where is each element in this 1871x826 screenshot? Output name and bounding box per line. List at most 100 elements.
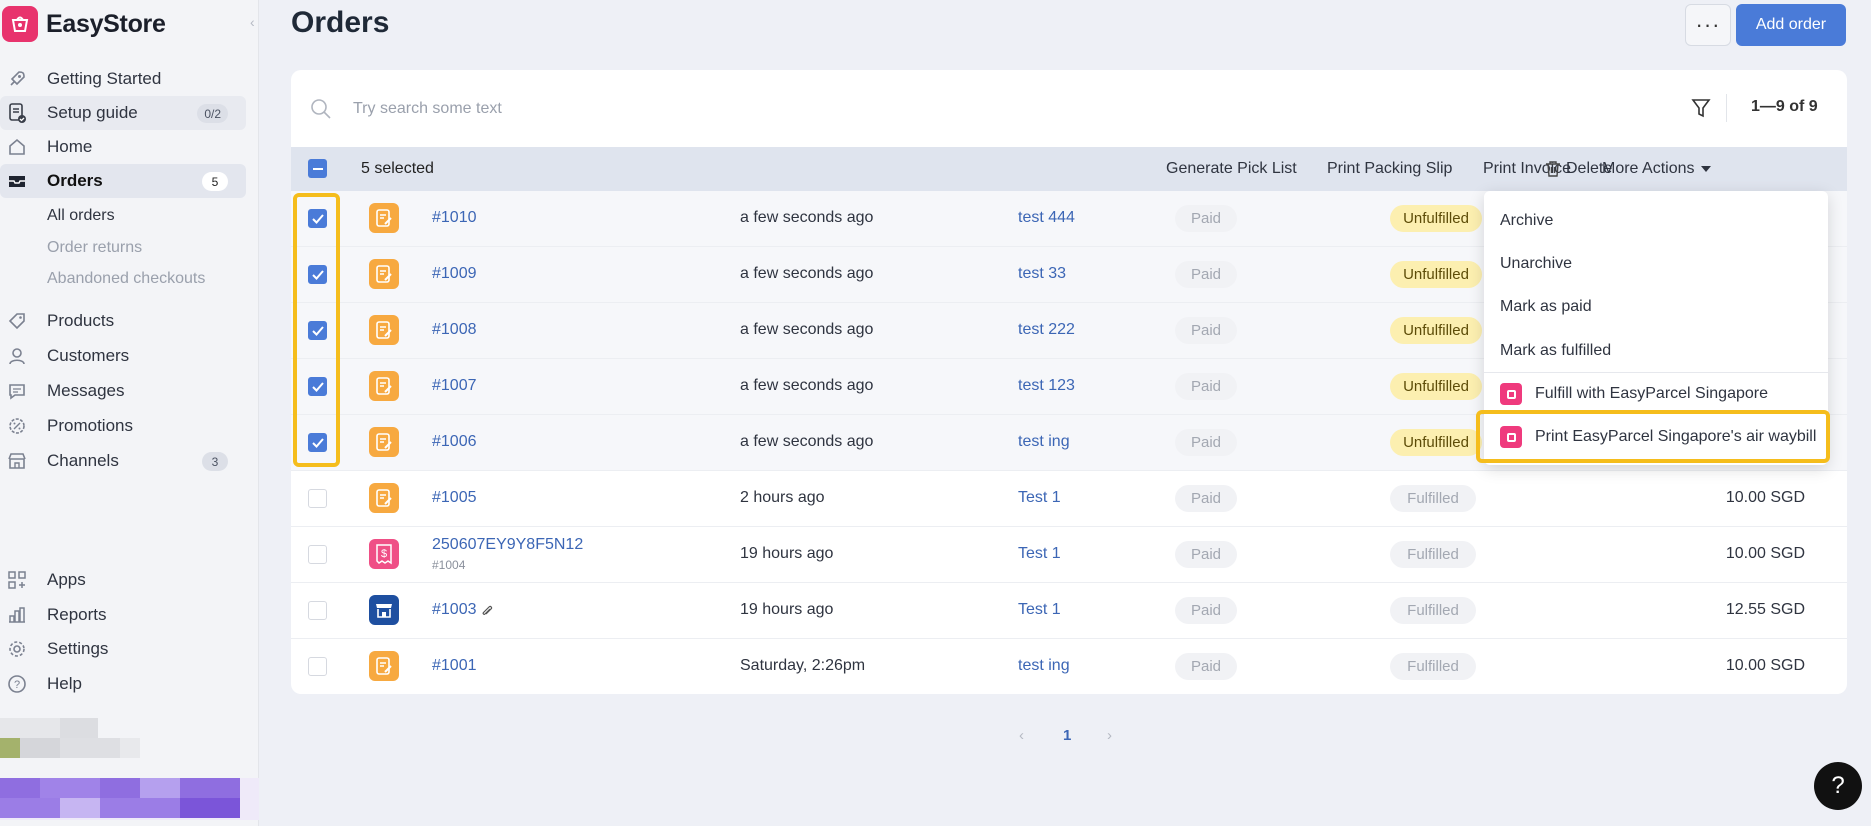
order-customer[interactable]: test 222 (1018, 321, 1075, 339)
nav-orders[interactable]: Orders 5 (0, 164, 246, 198)
order-number[interactable]: #1008 (432, 321, 477, 339)
receipt-dollar-icon: $ (369, 539, 399, 569)
menu-item-mark-fulfilled[interactable]: Mark as fulfilled (1500, 342, 1611, 360)
menu-divider (1484, 372, 1828, 373)
nav-getting-started[interactable]: Getting Started (0, 62, 246, 96)
order-customer[interactable]: Test 1 (1018, 545, 1061, 563)
user-icon (6, 345, 28, 367)
table-row[interactable]: #1003 19 hours ago Test 1 Paid Fulfilled… (291, 583, 1847, 639)
nav-channels[interactable]: Channels 3 (0, 444, 246, 478)
order-number[interactable]: #1009 (432, 265, 477, 283)
row-checkbox[interactable] (308, 545, 327, 564)
delete-button[interactable]: Delete (1566, 160, 1612, 178)
rocket-icon (6, 68, 28, 90)
sub-abandoned-checkouts[interactable]: Abandoned checkouts (47, 270, 205, 288)
menu-item-fulfill-easyparcel[interactable]: Fulfill with EasyParcel Singapore (1484, 374, 1828, 414)
nav-help[interactable]: ? Help (0, 667, 246, 701)
setup-badge: 0/2 (197, 104, 228, 123)
order-customer[interactable]: test 123 (1018, 377, 1075, 395)
nav-apps[interactable]: Apps (0, 563, 246, 597)
order-number[interactable]: #1005 (432, 489, 477, 507)
order-sub-number: #1004 (432, 558, 466, 572)
order-time: 2 hours ago (740, 489, 825, 506)
fulfillment-status-badge: Unfulfilled (1390, 429, 1482, 456)
divider (1726, 94, 1727, 122)
selected-count: 5 selected (361, 160, 434, 177)
table-row[interactable]: $ 250607EY9Y8F5N12 #1004 19 hours ago Te… (291, 527, 1847, 583)
nav-reports[interactable]: Reports (0, 598, 246, 632)
next-page-icon[interactable]: › (1107, 727, 1112, 744)
print-packing-slip-button[interactable]: Print Packing Slip (1327, 160, 1452, 178)
nav-label: Promotions (47, 416, 133, 435)
select-all-checkbox[interactable] (308, 159, 327, 178)
promotion-badge-icon (6, 415, 28, 437)
sidebar: EasyStore ‹ Getting Started Setup guide … (0, 0, 259, 826)
order-customer[interactable]: test ing (1018, 433, 1070, 451)
inbox-icon (6, 170, 28, 192)
table-row[interactable]: #1005 2 hours ago Test 1 Paid Fulfilled … (291, 471, 1847, 527)
row-checkbox[interactable] (308, 601, 327, 620)
nav-products[interactable]: Products (0, 304, 246, 338)
payment-status-badge: Paid (1175, 429, 1237, 456)
order-total: 10.00 SGD (1725, 657, 1805, 674)
payment-status-badge: Paid (1175, 317, 1237, 344)
brand[interactable]: EasyStore (0, 6, 166, 42)
more-options-button[interactable]: ··· (1685, 4, 1731, 46)
online-order-icon (369, 203, 399, 233)
order-number[interactable]: #1003 (432, 601, 477, 619)
menu-item-label: Fulfill with EasyParcel Singapore (1535, 385, 1768, 402)
order-customer[interactable]: test ing (1018, 657, 1070, 675)
collapse-sidebar-icon[interactable]: ‹ (250, 14, 255, 30)
nav-label: Orders (47, 171, 103, 190)
online-order-icon (369, 483, 399, 513)
menu-item-archive[interactable]: Archive (1500, 212, 1553, 230)
sub-all-orders[interactable]: All orders (47, 207, 115, 225)
row-checkbox[interactable] (308, 489, 327, 508)
nav-home[interactable]: Home (0, 130, 246, 164)
payment-status-badge: Paid (1175, 485, 1237, 512)
online-order-icon (369, 259, 399, 289)
nav-messages[interactable]: Messages (0, 374, 246, 408)
order-number[interactable]: #1010 (432, 209, 477, 227)
nav-promotions[interactable]: Promotions (0, 409, 246, 443)
fulfillment-status-badge: Unfulfilled (1390, 373, 1482, 400)
brand-name: EasyStore (46, 9, 166, 38)
order-number[interactable]: 250607EY9Y8F5N12 (432, 536, 583, 554)
help-icon: ? (6, 673, 28, 695)
order-customer[interactable]: test 33 (1018, 265, 1066, 283)
generate-pick-list-button[interactable]: Generate Pick List (1166, 160, 1297, 178)
add-order-button[interactable]: Add order (1736, 4, 1846, 46)
menu-item-mark-paid[interactable]: Mark as paid (1500, 298, 1592, 316)
fulfillment-status-badge: Fulfilled (1390, 597, 1476, 624)
sub-order-returns[interactable]: Order returns (47, 239, 142, 257)
more-actions-button[interactable]: More Actions (1602, 160, 1712, 178)
payment-status-badge: Paid (1175, 541, 1237, 568)
page-number[interactable]: 1 (1063, 727, 1071, 744)
filter-icon[interactable] (1691, 97, 1711, 124)
order-time: 19 hours ago (740, 545, 834, 562)
nav-customers[interactable]: Customers (0, 339, 246, 373)
row-checkbox[interactable] (308, 657, 327, 676)
order-customer[interactable]: Test 1 (1018, 489, 1061, 507)
nav-label: Getting Started (47, 69, 162, 88)
more-actions-label: More Actions (1602, 160, 1695, 177)
page-title: Orders (291, 6, 390, 39)
help-chat-button[interactable]: ? (1814, 762, 1862, 810)
nav-setup-guide[interactable]: Setup guide 0/2 (0, 96, 246, 130)
trash-icon[interactable] (1545, 160, 1561, 183)
order-number[interactable]: #1007 (432, 377, 477, 395)
table-row[interactable]: #1001 Saturday, 2:26pm test ing Paid Ful… (291, 639, 1847, 695)
menu-item-unarchive[interactable]: Unarchive (1500, 255, 1572, 273)
caret-down-icon (1701, 165, 1712, 172)
prev-page-icon[interactable]: ‹ (1019, 727, 1024, 744)
air-waybill-highlight (1476, 410, 1830, 463)
order-time: a few seconds ago (740, 265, 874, 282)
order-number[interactable]: #1006 (432, 433, 477, 451)
blurred-account-banner (0, 778, 259, 820)
settings-icon (6, 638, 28, 660)
order-customer[interactable]: test 444 (1018, 209, 1075, 227)
order-customer[interactable]: Test 1 (1018, 601, 1061, 619)
nav-settings[interactable]: Settings (0, 632, 246, 666)
search-input[interactable] (353, 96, 953, 122)
order-number[interactable]: #1001 (432, 657, 477, 675)
